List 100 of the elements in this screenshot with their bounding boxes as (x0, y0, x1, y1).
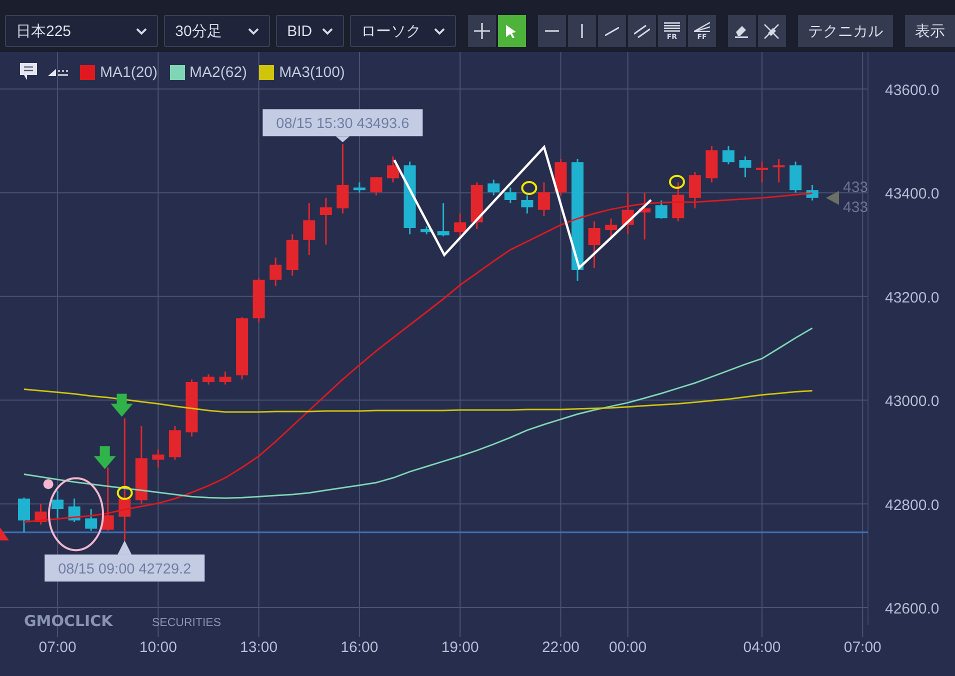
circle-marker (668, 174, 685, 189)
dropdown[interactable]: 30分足 (164, 15, 270, 47)
tool-button[interactable] (758, 15, 786, 47)
price-marker-icon (826, 190, 839, 205)
price-marker-label: 433 (843, 178, 868, 196)
candlestick (588, 221, 600, 268)
legend-label: MA2(62) (190, 64, 248, 80)
candlestick (336, 144, 349, 214)
circle-marker (521, 181, 538, 196)
chevron-down-icon (322, 28, 334, 34)
candlestick (270, 258, 282, 286)
candlestick (219, 372, 232, 385)
tool-button[interactable] (728, 15, 756, 47)
candlestick (521, 195, 534, 214)
candlestick (18, 498, 30, 532)
toolbar-button[interactable]: 表示 (904, 15, 955, 47)
dropdown[interactable]: ローソク (350, 15, 456, 47)
candlestick (790, 162, 802, 193)
candlestick (739, 156, 752, 178)
time-axis-label: 07:00 (38, 639, 76, 656)
time-axis-label: 00:00 (609, 639, 647, 656)
legend-label: MA1(20) (100, 64, 158, 80)
chevron-down-icon (136, 28, 148, 34)
candlestick (168, 426, 181, 460)
candlestick (688, 172, 701, 208)
candlestick (672, 182, 684, 222)
broker-logo-suffix: SECURITIES (152, 617, 222, 629)
time-axis-label: 10:00 (139, 639, 177, 656)
dot-marker (43, 479, 54, 490)
candlestick (772, 159, 785, 182)
down-arrow-icon (94, 446, 116, 470)
comment-icon (20, 63, 38, 81)
eraser-icon (735, 24, 748, 38)
annotation: 08/15 09:00 42729.2 (58, 562, 192, 578)
candlestick (303, 203, 316, 255)
pointer-icon (506, 24, 518, 38)
chevron-down-icon (434, 28, 445, 34)
dropdown[interactable]: BID (276, 15, 344, 47)
price-tooltip: 08/15 09:00 42729.2 (44, 540, 205, 582)
horizontal-line-icon (544, 30, 559, 32)
candlestick (756, 162, 768, 182)
time-axis-label: 04:00 (743, 639, 781, 656)
vertical-line-icon (580, 24, 583, 38)
tool-button[interactable] (628, 15, 656, 47)
candlestick (52, 490, 64, 520)
price-tooltip: 08/15 15:30 43493.6 (262, 109, 423, 142)
candlestick (34, 504, 47, 525)
candlestick (320, 198, 332, 245)
candlestick (370, 177, 382, 196)
candlestick (655, 200, 668, 219)
tool-button[interactable] (568, 15, 596, 47)
candlestick (186, 379, 198, 436)
chevron-down-icon (248, 28, 260, 34)
legend-label: MA3(100) (279, 64, 345, 80)
candlestick (454, 213, 466, 240)
tool-button[interactable] (538, 15, 566, 47)
zigzag-line[interactable] (393, 144, 652, 270)
candlestick (68, 498, 80, 522)
price-axis-label: 43200.0 (885, 289, 940, 306)
candlestick (102, 468, 114, 531)
time-axis-label: 16:00 (340, 639, 378, 656)
crosshair-icon (474, 23, 490, 39)
ruler-icon (48, 68, 68, 76)
candlestick (437, 203, 450, 236)
candlestick (806, 184, 818, 200)
stacked-lines-icon (664, 22, 680, 32)
circle-marker (116, 486, 133, 500)
time-axis-label: 19:00 (441, 639, 479, 656)
candlestick (353, 182, 366, 193)
parallel-lines-icon (634, 24, 650, 38)
time-axis-label: 13:00 (240, 639, 278, 656)
candlestick (85, 509, 98, 531)
candlestick (286, 234, 298, 276)
candlestick (252, 278, 265, 322)
candlestick (622, 192, 634, 234)
candlestick (554, 159, 567, 196)
price-axis-label: 43400.0 (885, 186, 940, 203)
fan-lines-icon (694, 22, 710, 32)
time-axis-label: 22:00 (542, 639, 580, 656)
broker-logo: GMOCLICK (24, 612, 113, 630)
tool-button[interactable] (468, 15, 496, 47)
candlestick (605, 218, 618, 240)
candlestick (488, 180, 500, 196)
eraser-cross-icon (764, 24, 780, 38)
candlestick (202, 374, 214, 385)
candlestick (420, 226, 433, 234)
line-handle-icon[interactable] (0, 527, 9, 540)
toolbar-button[interactable]: テクニカル (798, 15, 893, 47)
candlestick (706, 146, 718, 182)
price-marker-label: 433 (843, 198, 868, 216)
dropdown[interactable]: 日本225 (5, 15, 158, 47)
price-axis-label: 42800.0 (885, 496, 940, 514)
price-axis-label: 43000.0 (885, 393, 940, 410)
candlestick (722, 146, 734, 164)
candlestick (538, 182, 550, 216)
tool-button[interactable] (598, 15, 626, 47)
candlestick (638, 192, 651, 240)
candlestick (504, 188, 516, 204)
candlestick (152, 449, 164, 468)
time-axis-label: 07:00 (844, 639, 882, 656)
